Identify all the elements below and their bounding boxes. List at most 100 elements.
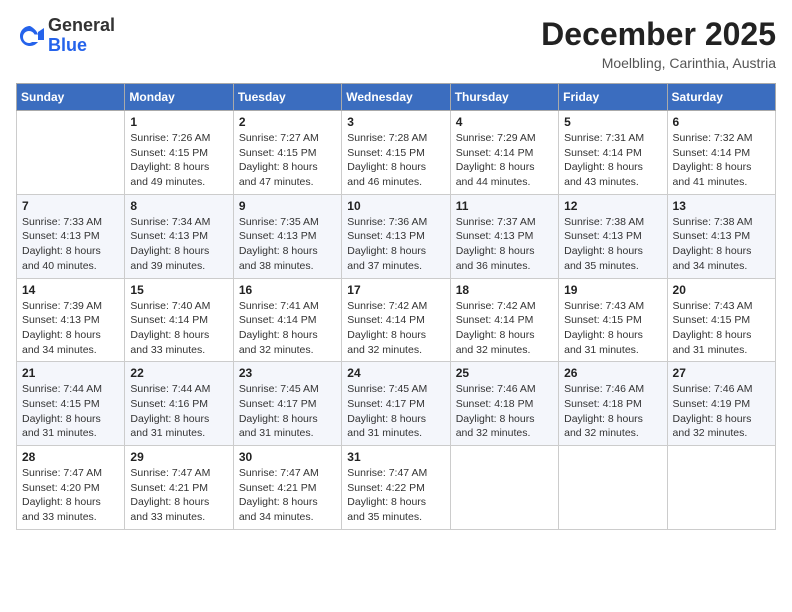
calendar-header-row: SundayMondayTuesdayWednesdayThursdayFrid… <box>17 84 776 111</box>
day-info: Sunrise: 7:26 AM Sunset: 4:15 PM Dayligh… <box>130 131 227 190</box>
day-number: 3 <box>347 115 444 129</box>
weekday-header: Thursday <box>450 84 558 111</box>
day-number: 31 <box>347 450 444 464</box>
day-number: 2 <box>239 115 336 129</box>
calendar-week-row: 28Sunrise: 7:47 AM Sunset: 4:20 PM Dayli… <box>17 446 776 530</box>
calendar-cell: 27Sunrise: 7:46 AM Sunset: 4:19 PM Dayli… <box>667 362 775 446</box>
calendar-cell: 4 Sunrise: 7:29 AM Sunset: 4:14 PM Daylig… <box>450 111 558 195</box>
day-number: 7 <box>22 199 119 213</box>
calendar-cell: 2 Sunrise: 7:27 AM Sunset: 4:15 PM Daylig… <box>233 111 341 195</box>
day-info: Sunrise: 7:44 AM Sunset: 4:16 PM Dayligh… <box>130 382 227 441</box>
day-number: 29 <box>130 450 227 464</box>
day-number: 16 <box>239 283 336 297</box>
calendar-cell <box>450 446 558 530</box>
day-info: Sunrise: 7:47 AM Sunset: 4:20 PM Dayligh… <box>22 466 119 525</box>
day-info: Sunrise: 7:27 AM Sunset: 4:15 PM Dayligh… <box>239 131 336 190</box>
day-info: Sunrise: 7:43 AM Sunset: 4:15 PM Dayligh… <box>673 299 770 358</box>
calendar-cell: 22 Sunrise: 7:44 AM Sunset: 4:16 PM Dayli… <box>125 362 233 446</box>
month-title: December 2025 <box>541 16 776 53</box>
weekday-header: Tuesday <box>233 84 341 111</box>
day-number: 8 <box>130 199 227 213</box>
page-header: General Blue December 2025 Moelbling, Ca… <box>16 16 776 71</box>
calendar-cell: 29 Sunrise: 7:47 AM Sunset: 4:21 PM Dayli… <box>125 446 233 530</box>
calendar-cell: 25 Sunrise: 7:46 AM Sunset: 4:18 PM Dayli… <box>450 362 558 446</box>
location-subtitle: Moelbling, Carinthia, Austria <box>541 55 776 71</box>
day-number: 1 <box>130 115 227 129</box>
day-info: Sunrise: 7:46 AM Sunset: 4:18 PM Dayligh… <box>456 382 553 441</box>
day-info: Sunrise: 7:28 AM Sunset: 4:15 PM Dayligh… <box>347 131 444 190</box>
weekday-header: Saturday <box>667 84 775 111</box>
logo-icon <box>16 22 44 50</box>
logo-general-text: General <box>48 15 115 35</box>
calendar-cell: 7 Sunrise: 7:33 AM Sunset: 4:13 PM Daylig… <box>17 194 125 278</box>
calendar-cell: 23Sunrise: 7:45 AM Sunset: 4:17 PM Dayli… <box>233 362 341 446</box>
day-info: Sunrise: 7:32 AM Sunset: 4:14 PM Dayligh… <box>673 131 770 190</box>
day-number: 12 <box>564 199 661 213</box>
calendar-cell: 19Sunrise: 7:43 AM Sunset: 4:15 PM Dayli… <box>559 278 667 362</box>
day-info: Sunrise: 7:47 AM Sunset: 4:21 PM Dayligh… <box>130 466 227 525</box>
day-info: Sunrise: 7:33 AM Sunset: 4:13 PM Dayligh… <box>22 215 119 274</box>
calendar-cell: 5 Sunrise: 7:31 AM Sunset: 4:14 PM Daylig… <box>559 111 667 195</box>
calendar-cell: 1 Sunrise: 7:26 AM Sunset: 4:15 PM Daylig… <box>125 111 233 195</box>
calendar-cell: 20 Sunrise: 7:43 AM Sunset: 4:15 PM Dayli… <box>667 278 775 362</box>
title-block: December 2025 Moelbling, Carinthia, Aust… <box>541 16 776 71</box>
calendar-cell: 30 Sunrise: 7:47 AM Sunset: 4:21 PM Dayli… <box>233 446 341 530</box>
day-info: Sunrise: 7:47 AM Sunset: 4:22 PM Dayligh… <box>347 466 444 525</box>
calendar-cell: 8Sunrise: 7:34 AM Sunset: 4:13 PM Daylig… <box>125 194 233 278</box>
day-number: 19 <box>564 283 661 297</box>
calendar-cell <box>667 446 775 530</box>
day-number: 4 <box>456 115 553 129</box>
calendar-cell: 14Sunrise: 7:39 AM Sunset: 4:13 PM Dayli… <box>17 278 125 362</box>
calendar-cell: 18 Sunrise: 7:42 AM Sunset: 4:14 PM Dayli… <box>450 278 558 362</box>
calendar-week-row: 1 Sunrise: 7:26 AM Sunset: 4:15 PM Daylig… <box>17 111 776 195</box>
day-info: Sunrise: 7:40 AM Sunset: 4:14 PM Dayligh… <box>130 299 227 358</box>
day-info: Sunrise: 7:38 AM Sunset: 4:13 PM Dayligh… <box>564 215 661 274</box>
weekday-header: Sunday <box>17 84 125 111</box>
day-number: 26 <box>564 366 661 380</box>
day-number: 13 <box>673 199 770 213</box>
day-number: 27 <box>673 366 770 380</box>
calendar-cell: 31 Sunrise: 7:47 AM Sunset: 4:22 PM Dayli… <box>342 446 450 530</box>
calendar-cell: 28Sunrise: 7:47 AM Sunset: 4:20 PM Dayli… <box>17 446 125 530</box>
day-info: Sunrise: 7:47 AM Sunset: 4:21 PM Dayligh… <box>239 466 336 525</box>
weekday-header: Wednesday <box>342 84 450 111</box>
day-number: 6 <box>673 115 770 129</box>
day-info: Sunrise: 7:29 AM Sunset: 4:14 PM Dayligh… <box>456 131 553 190</box>
day-info: Sunrise: 7:42 AM Sunset: 4:14 PM Dayligh… <box>347 299 444 358</box>
logo: General Blue <box>16 16 115 56</box>
day-info: Sunrise: 7:42 AM Sunset: 4:14 PM Dayligh… <box>456 299 553 358</box>
calendar-cell: 13 Sunrise: 7:38 AM Sunset: 4:13 PM Dayli… <box>667 194 775 278</box>
day-number: 22 <box>130 366 227 380</box>
day-number: 20 <box>673 283 770 297</box>
calendar-week-row: 14Sunrise: 7:39 AM Sunset: 4:13 PM Dayli… <box>17 278 776 362</box>
day-info: Sunrise: 7:31 AM Sunset: 4:14 PM Dayligh… <box>564 131 661 190</box>
day-number: 21 <box>22 366 119 380</box>
calendar-week-row: 7 Sunrise: 7:33 AM Sunset: 4:13 PM Daylig… <box>17 194 776 278</box>
day-info: Sunrise: 7:45 AM Sunset: 4:17 PM Dayligh… <box>239 382 336 441</box>
day-info: Sunrise: 7:35 AM Sunset: 4:13 PM Dayligh… <box>239 215 336 274</box>
calendar-cell <box>559 446 667 530</box>
calendar-cell: 10Sunrise: 7:36 AM Sunset: 4:13 PM Dayli… <box>342 194 450 278</box>
day-number: 24 <box>347 366 444 380</box>
calendar-cell: 6 Sunrise: 7:32 AM Sunset: 4:14 PM Daylig… <box>667 111 775 195</box>
calendar-table: SundayMondayTuesdayWednesdayThursdayFrid… <box>16 83 776 530</box>
day-number: 14 <box>22 283 119 297</box>
day-info: Sunrise: 7:36 AM Sunset: 4:13 PM Dayligh… <box>347 215 444 274</box>
calendar-cell: 24Sunrise: 7:45 AM Sunset: 4:17 PM Dayli… <box>342 362 450 446</box>
day-number: 25 <box>456 366 553 380</box>
calendar-cell: 9Sunrise: 7:35 AM Sunset: 4:13 PM Daylig… <box>233 194 341 278</box>
calendar-cell: 11Sunrise: 7:37 AM Sunset: 4:13 PM Dayli… <box>450 194 558 278</box>
day-number: 11 <box>456 199 553 213</box>
logo-blue-text: Blue <box>48 35 87 55</box>
calendar-cell <box>17 111 125 195</box>
day-number: 30 <box>239 450 336 464</box>
day-number: 5 <box>564 115 661 129</box>
calendar-cell: 26Sunrise: 7:46 AM Sunset: 4:18 PM Dayli… <box>559 362 667 446</box>
calendar-cell: 16 Sunrise: 7:41 AM Sunset: 4:14 PM Dayli… <box>233 278 341 362</box>
calendar-cell: 12 Sunrise: 7:38 AM Sunset: 4:13 PM Dayli… <box>559 194 667 278</box>
weekday-header: Monday <box>125 84 233 111</box>
day-info: Sunrise: 7:38 AM Sunset: 4:13 PM Dayligh… <box>673 215 770 274</box>
calendar-cell: 15Sunrise: 7:40 AM Sunset: 4:14 PM Dayli… <box>125 278 233 362</box>
day-number: 18 <box>456 283 553 297</box>
day-info: Sunrise: 7:41 AM Sunset: 4:14 PM Dayligh… <box>239 299 336 358</box>
